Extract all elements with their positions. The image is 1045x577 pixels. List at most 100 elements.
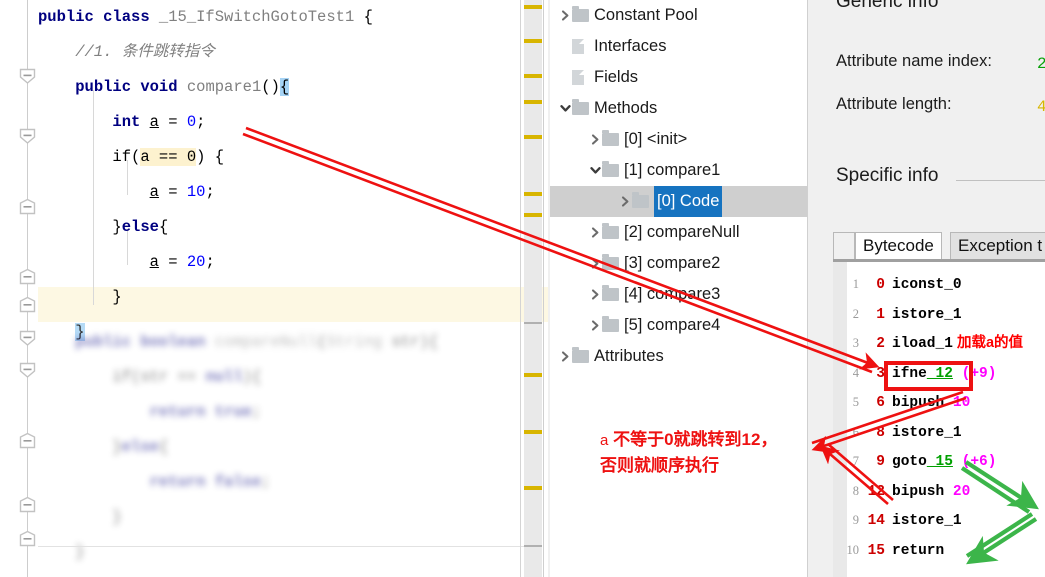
tree-item-fields[interactable]: Fields bbox=[550, 62, 808, 93]
editor-warning-marker[interactable] bbox=[524, 74, 542, 78]
tab-exception-table[interactable]: Exception t bbox=[950, 232, 1045, 260]
code-line[interactable]: }else{ bbox=[38, 210, 514, 245]
chevron-down-icon[interactable] bbox=[588, 155, 602, 186]
folder-icon bbox=[572, 341, 594, 372]
chevron-right-icon[interactable] bbox=[588, 217, 602, 248]
bytecode-line-number: 10 bbox=[846, 542, 860, 557]
code-line[interactable]: int a = 0; bbox=[38, 105, 514, 140]
chevron-right-icon[interactable] bbox=[588, 248, 602, 279]
editor-warning-marker[interactable] bbox=[524, 100, 542, 104]
tree-item-constant-pool[interactable]: Constant Pool bbox=[550, 0, 808, 31]
bytecode-row[interactable]: 5 6 bipush 10 bbox=[833, 388, 1045, 418]
tree-item-4-compare3[interactable]: [4] compare3 bbox=[550, 279, 808, 310]
chevron-right-icon[interactable] bbox=[588, 124, 602, 155]
code-fold-toggle-icon[interactable] bbox=[19, 198, 36, 215]
chevron-right-icon[interactable] bbox=[588, 310, 602, 341]
bytecode-mnemonic: istore_1 bbox=[892, 513, 962, 529]
code-line[interactable]: public class _15_IfSwitchGotoTest1 { bbox=[38, 0, 514, 35]
editor-warning-marker[interactable] bbox=[524, 5, 542, 9]
info-tabstrip[interactable]: Bytecode Exception t bbox=[833, 232, 1045, 260]
bytecode-row[interactable]: 6 8 istore_1 bbox=[833, 418, 1045, 448]
bytecode-offset: 9 bbox=[876, 454, 885, 470]
code-line[interactable]: public void compare1(){ bbox=[38, 70, 514, 105]
chevron-right-icon[interactable] bbox=[558, 0, 572, 31]
bytecode-instruction-list[interactable]: 1 0 iconst_0 2 1 istore_1 3 2 iload_1 加载a的值 4 3 ifn… bbox=[833, 270, 1045, 565]
code-token: } bbox=[38, 438, 122, 456]
editor-code-lines-blurred[interactable]: public boolean compareNull(String str){ … bbox=[38, 325, 518, 575]
tree-item-0-code[interactable]: [0] Code bbox=[550, 186, 808, 217]
bytecode-row[interactable]: 10 15 return bbox=[833, 536, 1045, 566]
tree-item-3-compare2[interactable]: [3] compare2 bbox=[550, 248, 808, 279]
specific-info-rule bbox=[956, 180, 1045, 181]
tabstrip-leading-pad bbox=[833, 232, 855, 260]
bytecode-row[interactable]: 7 9 goto 15 (+6) bbox=[833, 447, 1045, 477]
bytecode-row[interactable]: 8 12 bipush 20 bbox=[833, 477, 1045, 507]
code-token: ( bbox=[317, 333, 327, 351]
code-fold-toggle-icon[interactable] bbox=[19, 128, 36, 145]
code-line[interactable]: public boolean compareNull(String str){ bbox=[38, 325, 518, 360]
code-token: _15_IfSwitchGotoTest1 bbox=[158, 8, 355, 26]
tree-item-2-comparenull[interactable]: [2] compareNull bbox=[550, 217, 808, 248]
code-fold-toggle-icon[interactable] bbox=[19, 362, 36, 379]
code-line[interactable]: }else{ bbox=[38, 430, 518, 465]
tree-item-5-compare4[interactable]: [5] compare4 bbox=[550, 310, 808, 341]
annotation-line1: 不等于0就跳转到12， bbox=[613, 430, 778, 449]
editor-warning-marker[interactable] bbox=[524, 213, 542, 217]
tab-bytecode[interactable]: Bytecode bbox=[855, 232, 942, 260]
editor-warning-marker[interactable] bbox=[524, 430, 542, 434]
code-token: 0 bbox=[186, 113, 197, 131]
folder-icon bbox=[602, 310, 624, 341]
code-line[interactable]: return true; bbox=[38, 395, 518, 430]
code-line[interactable]: } bbox=[38, 500, 518, 535]
code-fold-toggle-icon[interactable] bbox=[19, 432, 36, 449]
code-line[interactable]: if(str == null){ bbox=[38, 360, 518, 395]
bytecode-row[interactable]: 2 1 istore_1 bbox=[833, 300, 1045, 330]
editor-warning-marker[interactable] bbox=[524, 373, 542, 377]
editor-warning-marker[interactable] bbox=[524, 486, 542, 490]
tree-item-label: [4] compare3 bbox=[624, 285, 721, 303]
code-token: { bbox=[158, 438, 169, 456]
tree-item-attributes[interactable]: Attributes bbox=[550, 341, 808, 372]
chevron-right-icon[interactable] bbox=[618, 186, 632, 217]
code-fold-toggle-icon[interactable] bbox=[19, 296, 36, 313]
code-line[interactable]: //1. 条件跳转指令 bbox=[38, 35, 514, 70]
code-editor-pane[interactable]: public class _15_IfSwitchGotoTest1 { //1… bbox=[0, 0, 550, 577]
code-line[interactable]: return false; bbox=[38, 465, 518, 500]
tree-item-interfaces[interactable]: Interfaces bbox=[550, 31, 808, 62]
editor-marker-scrollbar[interactable] bbox=[524, 0, 542, 577]
code-line[interactable]: } bbox=[38, 535, 518, 570]
editor-gutter[interactable] bbox=[0, 0, 38, 577]
code-fold-toggle-icon[interactable] bbox=[19, 268, 36, 285]
code-fold-toggle-icon[interactable] bbox=[19, 496, 36, 513]
code-line[interactable]: } bbox=[38, 280, 514, 315]
code-token: } bbox=[38, 508, 122, 526]
code-fold-toggle-icon[interactable] bbox=[19, 330, 36, 347]
tree-item-0-init[interactable]: [0] <init> bbox=[550, 124, 808, 155]
bytecode-mnemonic: iload_1 bbox=[892, 336, 953, 352]
bytecode-offset: 6 bbox=[876, 395, 885, 411]
annotation-line2: 否则就顺序执行 bbox=[600, 456, 719, 475]
tree-item-1-compare1[interactable]: [1] compare1 bbox=[550, 155, 808, 186]
editor-warning-marker[interactable] bbox=[524, 192, 542, 196]
editor-warning-marker[interactable] bbox=[524, 135, 542, 139]
bytecode-mnemonic: goto bbox=[892, 454, 927, 470]
bytecode-row[interactable]: 1 0 iconst_0 bbox=[833, 270, 1045, 300]
tree-item-methods[interactable]: Methods bbox=[550, 93, 808, 124]
code-fold-toggle-icon[interactable] bbox=[19, 68, 36, 85]
chevron-down-icon[interactable] bbox=[558, 93, 572, 124]
bytecode-row[interactable]: 3 2 iload_1 加载a的值 bbox=[833, 329, 1045, 359]
code-line[interactable]: if(a == 0) { bbox=[38, 140, 514, 175]
code-line[interactable]: a = 20; bbox=[38, 245, 514, 280]
chevron-right-icon[interactable] bbox=[588, 279, 602, 310]
bytecode-mnemonic: return bbox=[892, 542, 945, 559]
code-line[interactable]: a = 10; bbox=[38, 175, 514, 210]
bytecode-branch-target[interactable]: 15 bbox=[927, 454, 953, 470]
editor-warning-marker[interactable] bbox=[524, 39, 542, 43]
chevron-right-icon[interactable] bbox=[558, 341, 572, 372]
class-structure-tree[interactable]: Constant Pool Interfaces Fields Methods [0] … bbox=[550, 0, 808, 577]
folder-icon bbox=[602, 248, 624, 279]
bytecode-row[interactable]: 9 14 istore_1 bbox=[833, 506, 1045, 536]
code-token: = bbox=[158, 113, 187, 131]
code-fold-toggle-icon[interactable] bbox=[19, 530, 36, 547]
